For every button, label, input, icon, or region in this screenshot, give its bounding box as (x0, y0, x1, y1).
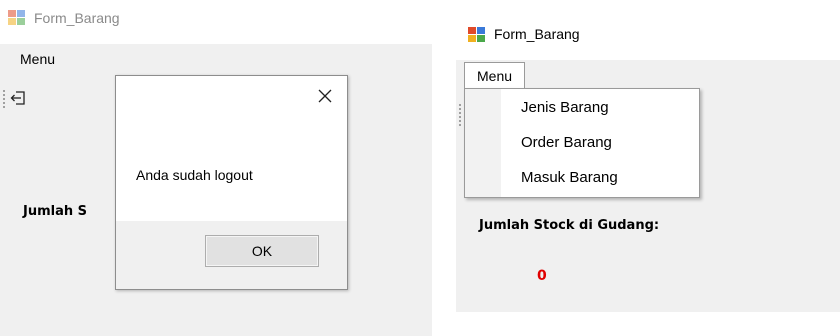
dialog-footer: OK (116, 221, 347, 289)
logout-message-dialog: Anda sudah logout OK (115, 75, 348, 290)
title-bar: Form_Barang (456, 12, 840, 48)
form-client-area: Menu Jenis Barang Order Barang Masuk Bar… (456, 60, 840, 312)
menu-item-menu[interactable]: Menu (464, 62, 526, 89)
menu-item-menu[interactable]: Menu (20, 51, 55, 67)
menu-item-order-barang[interactable]: Order Barang (521, 134, 612, 151)
window-title: Form_Barang (494, 26, 580, 42)
title-bar: Form_Barang (0, 0, 432, 36)
stock-label-partial: Jumlah S (23, 204, 88, 219)
form-app-icon (8, 10, 26, 26)
form-app-icon (468, 27, 486, 43)
menu-item-masuk-barang[interactable]: Masuk Barang (521, 169, 618, 186)
form-barang-window-logout: Form_Barang Menu Jumlah S Anda sudah log… (0, 0, 432, 336)
close-icon[interactable] (317, 88, 333, 104)
menu-bar: Menu (456, 60, 840, 89)
stock-value: 0 (537, 268, 547, 284)
form-barang-window-menu-open: Form_Barang Menu Jenis Barang Order Bara… (456, 12, 840, 312)
toolstrip-grip[interactable] (3, 90, 5, 110)
menu-item-jenis-barang[interactable]: Jenis Barang (521, 99, 609, 116)
menu-dropdown: Jenis Barang Order Barang Masuk Barang (464, 88, 700, 198)
dialog-message: Anda sudah logout (136, 167, 253, 183)
window-title: Form_Barang (34, 10, 120, 26)
dropdown-icon-gutter (465, 89, 501, 197)
toolstrip-grip[interactable] (459, 104, 461, 128)
menu-bar: Menu (0, 44, 432, 72)
ok-button[interactable]: OK (205, 235, 319, 267)
stock-label: Jumlah Stock di Gudang: (479, 218, 660, 233)
logout-icon[interactable] (10, 90, 26, 106)
